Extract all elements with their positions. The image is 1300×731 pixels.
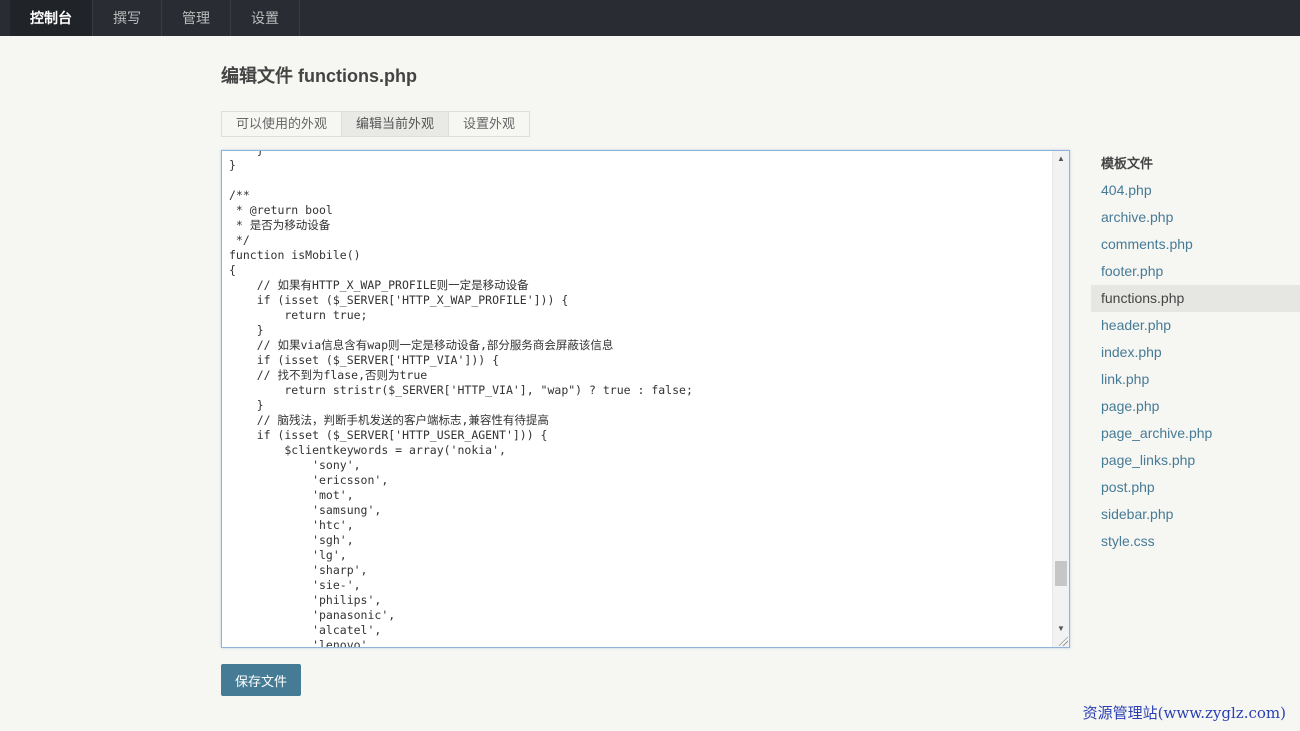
file-item-style[interactable]: style.css bbox=[1091, 528, 1300, 555]
page-title: 编辑文件 functions.php bbox=[221, 66, 417, 86]
file-item-404[interactable]: 404.php bbox=[1091, 177, 1300, 204]
file-item-page[interactable]: page.php bbox=[1091, 393, 1300, 420]
sidebar-title: 模板文件 bbox=[1101, 156, 1154, 171]
nav-item-settings[interactable]: 设置 bbox=[231, 0, 300, 36]
tab-theme-settings[interactable]: 设置外观 bbox=[448, 111, 531, 137]
main-nav: 控制台 撰写 管理 设置 bbox=[0, 0, 1300, 36]
nav-item-write[interactable]: 撰写 bbox=[93, 0, 162, 36]
save-file-button[interactable]: 保存文件 bbox=[221, 664, 301, 696]
editor-scrollbar[interactable]: ▲ ▼ bbox=[1052, 151, 1069, 647]
nav-item-manage[interactable]: 管理 bbox=[162, 0, 231, 36]
theme-tabs: 可以使用的外观 编辑当前外观 设置外观 bbox=[221, 111, 531, 137]
resize-grip-icon[interactable] bbox=[1059, 637, 1068, 646]
tab-edit-current-theme[interactable]: 编辑当前外观 bbox=[341, 111, 450, 137]
template-files-sidebar: 模板文件 404.php archive.php comments.php fo… bbox=[1091, 150, 1300, 555]
code-textarea[interactable]: } } /** * @return bool * 是否为移动设备 */ func… bbox=[222, 151, 1052, 647]
top-navbar: 控制台 撰写 管理 设置 bbox=[0, 0, 1300, 36]
file-item-footer[interactable]: footer.php bbox=[1091, 258, 1300, 285]
file-item-functions[interactable]: functions.php bbox=[1091, 285, 1300, 312]
nav-item-dashboard[interactable]: 控制台 bbox=[10, 0, 93, 36]
file-item-page-archive[interactable]: page_archive.php bbox=[1091, 420, 1300, 447]
tab-available-themes[interactable]: 可以使用的外观 bbox=[221, 111, 343, 137]
file-item-header[interactable]: header.php bbox=[1091, 312, 1300, 339]
scroll-down-arrow-icon[interactable]: ▼ bbox=[1053, 621, 1069, 637]
file-item-link[interactable]: link.php bbox=[1091, 366, 1300, 393]
file-item-post[interactable]: post.php bbox=[1091, 474, 1300, 501]
code-editor[interactable]: } } /** * @return bool * 是否为移动设备 */ func… bbox=[221, 150, 1070, 648]
file-list: 404.php archive.php comments.php footer.… bbox=[1091, 177, 1300, 555]
code-content: } } /** * @return bool * 是否为移动设备 */ func… bbox=[229, 151, 693, 647]
file-item-page-links[interactable]: page_links.php bbox=[1091, 447, 1300, 474]
file-item-comments[interactable]: comments.php bbox=[1091, 231, 1300, 258]
file-item-index[interactable]: index.php bbox=[1091, 339, 1300, 366]
scroll-thumb[interactable] bbox=[1055, 561, 1067, 586]
watermark-text: 资源管理站(www.zyglz.com) bbox=[1082, 704, 1286, 722]
scroll-up-arrow-icon[interactable]: ▲ bbox=[1053, 151, 1069, 167]
file-item-archive[interactable]: archive.php bbox=[1091, 204, 1300, 231]
file-item-sidebar[interactable]: sidebar.php bbox=[1091, 501, 1300, 528]
